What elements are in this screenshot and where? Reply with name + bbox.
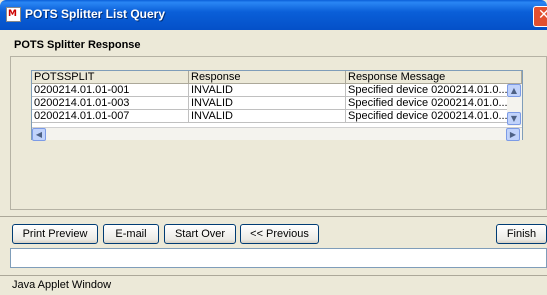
- close-button[interactable]: ✕: [533, 6, 547, 27]
- scroll-down-button[interactable]: ▼: [507, 112, 521, 125]
- section-title: POTS Splitter Response: [14, 39, 141, 51]
- finish-button[interactable]: Finish: [496, 224, 547, 244]
- horizontal-scrollbar[interactable]: ◀ ▶: [32, 127, 522, 141]
- start-over-button[interactable]: Start Over: [164, 224, 236, 244]
- previous-button[interactable]: << Previous: [240, 224, 319, 244]
- cell-response: INVALID: [189, 84, 346, 97]
- cell-response: INVALID: [189, 110, 346, 123]
- column-header-response-message[interactable]: Response Message: [346, 71, 522, 84]
- scroll-up-button[interactable]: ▲: [507, 84, 521, 97]
- chevron-left-icon: ◀: [35, 130, 43, 139]
- status-field: [10, 248, 547, 268]
- email-button[interactable]: E-mail: [103, 224, 159, 244]
- scroll-left-button[interactable]: ◀: [32, 128, 46, 141]
- scroll-right-button[interactable]: ▶: [506, 128, 520, 141]
- title-bar[interactable]: M POTS Splitter List Query ✕: [0, 0, 547, 30]
- chevron-right-icon: ▶: [509, 130, 517, 139]
- column-header-potssplit[interactable]: POTSSPLIT: [32, 71, 189, 84]
- applet-status-text: Java Applet Window: [12, 279, 112, 291]
- cell-potssplit: 0200214.01.01-003: [32, 97, 189, 110]
- cell-potssplit: 0200214.01.01-007: [32, 110, 189, 123]
- cell-response-message: Specified device 0200214.01.0...: [346, 84, 522, 97]
- cell-response-message: Specified device 0200214.01.0...: [346, 97, 522, 110]
- cell-response: INVALID: [189, 97, 346, 110]
- close-icon: ✕: [538, 7, 547, 23]
- print-preview-button[interactable]: Print Preview: [12, 224, 98, 244]
- column-header-response[interactable]: Response: [189, 71, 346, 84]
- vertical-scrollbar[interactable]: ▲ ▼: [507, 84, 522, 126]
- window-title: POTS Splitter List Query: [25, 7, 166, 21]
- cell-potssplit: 0200214.01.01-001: [32, 84, 189, 97]
- applet-status-bar: Java Applet Window: [0, 275, 547, 295]
- response-table: POTSSPLIT Response Response Message 0200…: [31, 70, 523, 141]
- chevron-down-icon: ▼: [510, 114, 518, 123]
- chevron-up-icon: ▲: [510, 86, 518, 95]
- cell-response-message: Specified device 0200214.01.0...: [346, 110, 522, 123]
- app-icon: M: [6, 7, 21, 22]
- divider: [0, 216, 547, 217]
